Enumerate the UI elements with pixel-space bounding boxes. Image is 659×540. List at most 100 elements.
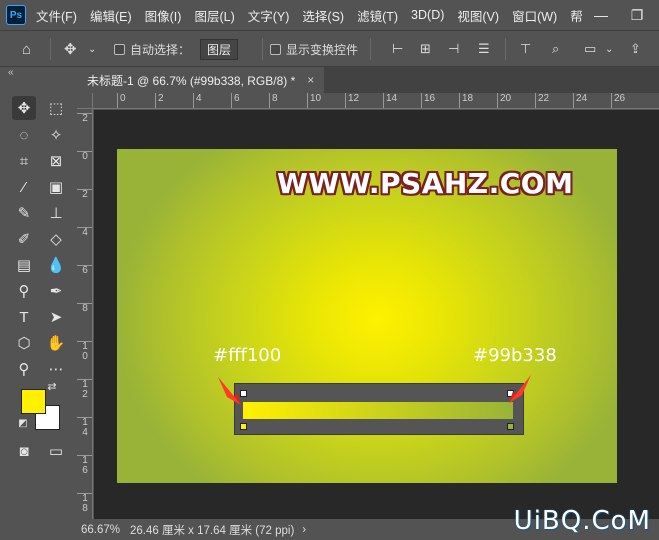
document-canvas[interactable]: WWW.PSAHZ.COM #fff100 #99b338 xyxy=(117,149,617,483)
patch-tool-icon[interactable]: ▣ xyxy=(44,175,68,199)
ruler-label: 16 xyxy=(421,93,435,108)
menu-layer[interactable]: 图层(L) xyxy=(194,6,234,25)
show-transform-checkbox[interactable] xyxy=(270,43,281,55)
chevron-down-icon[interactable]: ⌄ xyxy=(605,40,613,58)
shape-tool-icon[interactable]: ⬡ xyxy=(12,331,36,355)
ruler-label: 0 xyxy=(77,151,92,162)
search-icon[interactable]: ⌕ xyxy=(552,40,559,58)
align-left-icon[interactable]: ⊢ xyxy=(392,40,403,58)
share-icon[interactable]: ⇪ xyxy=(630,40,641,58)
ruler-label: 8 xyxy=(269,93,278,108)
menu-type[interactable]: 文字(Y) xyxy=(248,6,290,25)
ruler-label: 1 0 xyxy=(77,341,92,362)
history-brush-tool-icon[interactable]: ✐ xyxy=(12,227,36,251)
menu-help[interactable]: 帮 xyxy=(570,6,583,25)
auto-select-checkbox[interactable] xyxy=(114,43,125,55)
chevron-down-icon[interactable]: ⌄ xyxy=(88,40,96,58)
ruler-label: 4 xyxy=(193,93,202,108)
divider xyxy=(370,38,371,60)
menu-window[interactable]: 窗口(W) xyxy=(512,6,557,25)
gradient-tool-icon[interactable]: ▤ xyxy=(12,253,36,277)
ruler-label: 6 xyxy=(231,93,240,108)
menu-bar: Ps 文件(F) 编辑(E) 图像(I) 图层(L) 文字(Y) 选择(S) 滤… xyxy=(0,0,659,30)
ruler-label: 10 xyxy=(307,93,321,108)
ruler-label: 20 xyxy=(497,93,511,108)
auto-select-dropdown[interactable]: 图层 xyxy=(200,38,239,60)
divider xyxy=(50,38,51,60)
stamp-tool-icon[interactable]: ⊥ xyxy=(44,201,68,225)
align-top-icon[interactable]: ⊤ xyxy=(520,40,531,58)
lasso-tool-icon[interactable]: ◌ xyxy=(12,123,36,147)
document-tab[interactable]: 未标题-1 @ 66.7% (#99b338, RGB/8) * × xyxy=(77,67,325,93)
brush-tool-icon[interactable]: ✎ xyxy=(12,201,36,225)
menu-select[interactable]: 选择(S) xyxy=(302,6,344,25)
marquee-tool-icon[interactable]: ⬚ xyxy=(44,96,68,120)
workspace-icon[interactable]: ▭ xyxy=(584,40,596,58)
move-tool-icon[interactable]: ✥ xyxy=(64,40,77,58)
distribute-icon[interactable]: ☰ xyxy=(478,40,490,58)
ruler-label: 1 4 xyxy=(77,417,92,438)
menu-view[interactable]: 视图(V) xyxy=(457,6,499,25)
auto-select-value[interactable]: 图层 xyxy=(200,38,239,60)
ruler-label: 24 xyxy=(573,93,587,108)
close-icon[interactable]: × xyxy=(307,73,314,87)
menu-filter[interactable]: 滤镜(T) xyxy=(357,6,398,25)
show-transform-option[interactable]: 显示变换控件 xyxy=(270,40,358,58)
ruler-label: 14 xyxy=(383,93,397,108)
ruler-label: 18 xyxy=(459,93,473,108)
eyedropper-tool-icon[interactable]: ⁄ xyxy=(12,175,36,199)
ruler-label: 0 xyxy=(117,93,126,108)
status-menu-arrow-icon[interactable]: › xyxy=(302,524,306,536)
ruler-label: 4 xyxy=(77,227,92,238)
auto-select-label: 自动选择： xyxy=(130,42,191,57)
type-tool-icon[interactable]: T xyxy=(12,305,36,329)
eraser-tool-icon[interactable]: ◇ xyxy=(44,227,68,251)
magic-wand-tool-icon[interactable]: ✧ xyxy=(44,123,68,147)
ruler-label: 2 xyxy=(77,113,92,124)
home-icon[interactable]: ⌂ xyxy=(22,40,31,58)
document-tab-title: 未标题-1 @ 66.7% (#99b338, RGB/8) * xyxy=(87,73,296,88)
align-right-icon[interactable]: ⊣ xyxy=(448,40,459,58)
annotation-arrows xyxy=(218,375,531,405)
crop-tool-icon[interactable]: ⌗ xyxy=(12,149,36,173)
menu-image[interactable]: 图像(I) xyxy=(145,6,182,25)
horizontal-ruler[interactable]: 0 2 4 6 8 10 12 14 16 18 20 22 24 26 xyxy=(93,93,659,109)
menu-file[interactable]: 文件(F) xyxy=(36,6,77,25)
minimize-button[interactable]: — xyxy=(583,0,619,30)
divider xyxy=(505,38,506,60)
auto-select-option[interactable]: 自动选择： xyxy=(114,40,190,58)
blur-tool-icon[interactable]: 💧 xyxy=(44,253,68,277)
ruler-label: 22 xyxy=(535,93,549,108)
hand-tool-icon[interactable]: ✋ xyxy=(44,331,68,355)
ruler-label: 1 6 xyxy=(77,455,92,476)
align-center-icon[interactable]: ⊞ xyxy=(420,40,431,58)
default-colors-icon[interactable]: ◩ xyxy=(16,416,30,430)
menu-edit[interactable]: 编辑(E) xyxy=(90,6,132,25)
watermark-logo: UiBQ.CoM xyxy=(513,506,651,536)
ruler-label: 2 xyxy=(77,189,92,200)
restore-button[interactable]: ❐ xyxy=(619,0,655,30)
ruler-label: 1 8 xyxy=(77,493,92,514)
foreground-color-swatch[interactable] xyxy=(21,389,46,414)
frame-tool-icon[interactable]: ⊠ xyxy=(44,149,68,173)
ruler-label: 1 2 xyxy=(77,379,92,400)
ruler-label: 26 xyxy=(611,93,625,108)
menu-3d[interactable]: 3D(D) xyxy=(411,8,444,22)
pen-tool-icon[interactable]: ✒ xyxy=(44,279,68,303)
zoom-level[interactable]: 66.67% xyxy=(81,524,120,536)
move-tool-icon[interactable]: ✥ xyxy=(12,96,36,120)
ruler-label: 2 xyxy=(155,93,164,108)
ruler-label: 12 xyxy=(345,93,359,108)
zoom-tool-icon[interactable]: ⚲ xyxy=(12,357,36,381)
collapse-panel-icon[interactable]: « xyxy=(8,67,14,78)
photoshop-logo-icon[interactable]: Ps xyxy=(6,5,26,25)
ruler-corner[interactable] xyxy=(77,93,93,109)
dodge-tool-icon[interactable]: ⚲ xyxy=(12,279,36,303)
vertical-ruler[interactable]: 2 0 2 4 6 8 1 0 1 2 1 4 1 6 1 8 xyxy=(77,109,93,519)
quick-mask-icon[interactable]: ◙ xyxy=(12,439,36,463)
swap-colors-icon[interactable]: ⇄ xyxy=(44,378,60,394)
options-bar: ⌂ ✥ ⌄ 自动选择： 图层 显示变换控件 ⊢ ⊞ ⊣ ☰ ⊤ ⌕ ▭ ⌄ ⇪ xyxy=(0,30,659,67)
tools-panel: « ✥ ⬚ ◌ ✧ ⌗ ⊠ ⁄ ▣ ✎ ⊥ ✐ ◇ ▤ 💧 ⚲ ✒ T ➤ ⬡ … xyxy=(0,67,65,540)
screen-mode-icon[interactable]: ▭ xyxy=(44,439,68,463)
path-select-tool-icon[interactable]: ➤ xyxy=(44,305,68,329)
